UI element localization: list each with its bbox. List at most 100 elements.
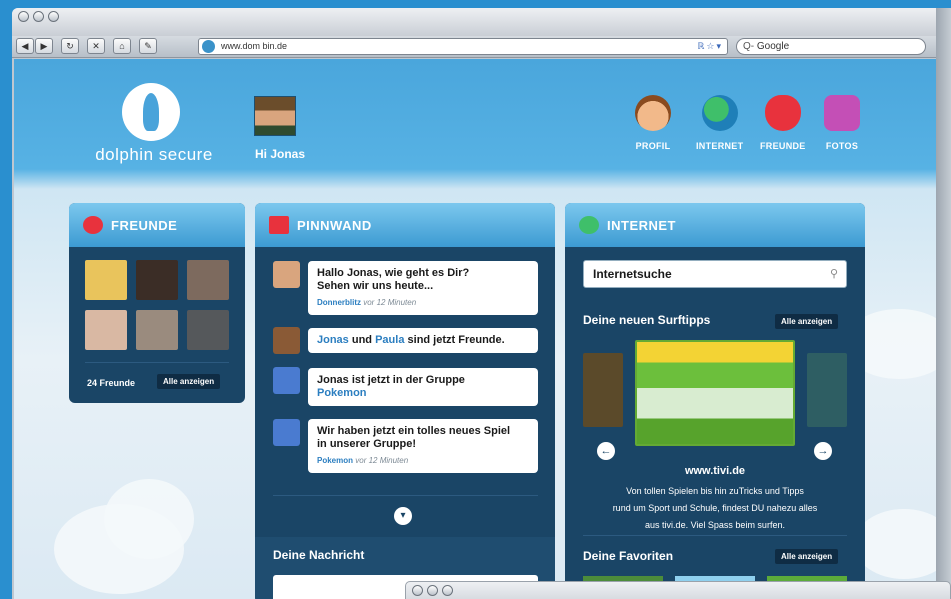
carousel-thumbnail-next[interactable]: [807, 353, 847, 427]
surftipps-title: Deine neuen Surftipps: [583, 313, 711, 327]
friend-thumbnail[interactable]: [136, 310, 178, 350]
friend-thumbnail[interactable]: [136, 260, 178, 300]
reload-button[interactable]: ↻: [61, 38, 79, 54]
wall-post: Jonas ist jetzt in der Gruppe Pokemon: [308, 368, 538, 406]
friends-panel-header: FREUNDE: [69, 203, 245, 247]
post-avatar[interactable]: [273, 327, 300, 354]
site-description-line: rund um Sport und Schule, findest DU nah…: [612, 503, 818, 513]
heart-icon: [83, 216, 103, 234]
friend-link[interactable]: Paula: [375, 334, 404, 346]
nav-label: FREUNDE: [760, 141, 806, 151]
friends-grid: [85, 260, 229, 350]
second-browser-window[interactable]: [405, 581, 951, 599]
wall-post: Jonas und Paula sind jetzt Freunde.: [308, 328, 538, 353]
brand-name[interactable]: dolphin secure: [84, 145, 224, 165]
post-avatar[interactable]: [273, 419, 300, 446]
friends-show-all-button[interactable]: Alle anzeigen: [157, 374, 221, 389]
post-text: Sehen wir uns heute...: [317, 280, 434, 292]
friend-thumbnail[interactable]: [187, 310, 229, 350]
search-engine-prefix: Q-: [743, 41, 755, 52]
home-button[interactable]: ⌂: [113, 38, 131, 54]
site-title[interactable]: www.tivi.de: [565, 465, 865, 477]
post-text: Wir haben jetzt ein tolles neues Spiel: [317, 425, 511, 437]
greeting-text: Hi Jonas: [255, 147, 306, 161]
zoom-window-button[interactable]: [48, 11, 59, 22]
megaphone-icon: [269, 216, 289, 234]
wall-post: Hallo Jonas, wie geht es Dir? Sehen wir …: [308, 261, 538, 315]
close-window-button[interactable]: [18, 11, 29, 22]
group-link[interactable]: Pokemon: [317, 387, 529, 400]
stop-button[interactable]: ✕: [87, 38, 105, 54]
surftipps-show-all-button[interactable]: Alle anzeigen: [775, 314, 839, 329]
user-avatar[interactable]: [254, 96, 296, 136]
rss-star-icons[interactable]: ℝ☆▾: [697, 39, 723, 54]
friend-thumbnail[interactable]: [85, 260, 127, 300]
post-avatar[interactable]: [273, 261, 300, 288]
divider: [85, 362, 229, 363]
heart-icon: [764, 95, 801, 131]
post-text: und: [351, 334, 373, 346]
site-description-line: Von tollen Spielen bis hin zuTricks und …: [626, 486, 804, 496]
minimize-window-button[interactable]: [33, 11, 44, 22]
window-controls: [412, 585, 453, 596]
divider: [583, 535, 847, 536]
friend-count: 24 Freunde: [87, 378, 136, 388]
browser-toolbar: ◀ ▶ ↻ ✕ ⌂ ✎ www.dom bin.de ℝ☆▾ Q- Google: [12, 36, 951, 58]
nav-profil[interactable]: PROFIL: [635, 95, 671, 151]
title-bar: [12, 8, 951, 36]
forward-button[interactable]: ▶: [35, 38, 53, 54]
friend-link[interactable]: Jonas: [317, 334, 349, 346]
face-icon: [635, 95, 671, 131]
carousel-thumbnail-prev[interactable]: [583, 353, 623, 427]
url-text: www.dom bin.de: [221, 41, 288, 51]
load-more-button[interactable]: ▾: [394, 507, 412, 525]
zoom-window-button[interactable]: [442, 585, 453, 596]
cloud-decoration: [104, 479, 194, 559]
internet-search-input[interactable]: Internetsuche ⚲: [583, 260, 847, 288]
carousel-next-button[interactable]: →: [814, 442, 832, 460]
close-window-button[interactable]: [412, 585, 423, 596]
address-bar[interactable]: www.dom bin.de ℝ☆▾: [198, 38, 728, 55]
search-icon[interactable]: ⚲: [830, 261, 838, 287]
nav-label: FOTOS: [825, 141, 859, 151]
camera-icon: [824, 95, 860, 131]
search-engine-label: Google: [756, 41, 790, 52]
post-avatar[interactable]: [273, 367, 300, 394]
site-description-line: aus tivi.de. Viel Spass beim surfen.: [645, 520, 785, 530]
browser-search-field[interactable]: Q- Google: [736, 38, 926, 55]
post-author-link[interactable]: Pokemon: [317, 456, 353, 465]
message-title: Deine Nachricht: [273, 548, 365, 562]
post-meta: Donnerblitz vor 12 Minuten: [317, 296, 529, 309]
carousel-thumbnail-main[interactable]: [635, 340, 795, 446]
post-text: Hallo Jonas, wie geht es Dir?: [317, 267, 470, 279]
post-time: vor 12 Minuten: [355, 456, 409, 465]
favorites-show-all-button[interactable]: Alle anzeigen: [775, 549, 839, 564]
post-text: sind jetzt Freunde.: [407, 334, 505, 346]
divider: [273, 495, 538, 496]
cloud-decoration: [854, 509, 936, 579]
bookmark-button[interactable]: ✎: [139, 38, 157, 54]
wall-panel: PINNWAND Hallo Jonas, wie geht es Dir? S…: [255, 203, 555, 599]
back-button[interactable]: ◀: [16, 38, 34, 54]
friends-panel: FREUNDE 24 Freunde Alle anzeigen: [69, 203, 245, 403]
dolphin-logo-icon[interactable]: [122, 83, 180, 141]
carousel-prev-button[interactable]: ←: [597, 442, 615, 460]
post-text: Jonas ist jetzt in der Gruppe: [317, 374, 465, 386]
favorites-title: Deine Favoriten: [583, 549, 674, 563]
post-meta: Pokemon vor 12 Minuten: [317, 454, 529, 467]
browser-window: ◀ ▶ ↻ ✕ ⌂ ✎ www.dom bin.de ℝ☆▾ Q- Google…: [12, 8, 951, 599]
friends-title: FREUNDE: [111, 217, 178, 233]
window-edge: [936, 8, 951, 599]
nav-fotos[interactable]: FOTOS: [824, 95, 860, 151]
nav-label: PROFIL: [635, 141, 671, 151]
nav-freunde[interactable]: FREUNDE: [760, 95, 806, 151]
post-author-link[interactable]: Donnerblitz: [317, 298, 361, 307]
minimize-window-button[interactable]: [427, 585, 438, 596]
friend-thumbnail[interactable]: [187, 260, 229, 300]
wall-post: Wir haben jetzt ein tolles neues Spiel i…: [308, 419, 538, 473]
nav-internet[interactable]: INTERNET: [696, 95, 743, 151]
site-description: Von tollen Spielen bis hin zuTricks und …: [605, 483, 825, 534]
friend-thumbnail[interactable]: [85, 310, 127, 350]
internet-panel-header: INTERNET: [565, 203, 865, 247]
internet-panel: INTERNET Internetsuche ⚲ Deine neuen Sur…: [565, 203, 865, 599]
